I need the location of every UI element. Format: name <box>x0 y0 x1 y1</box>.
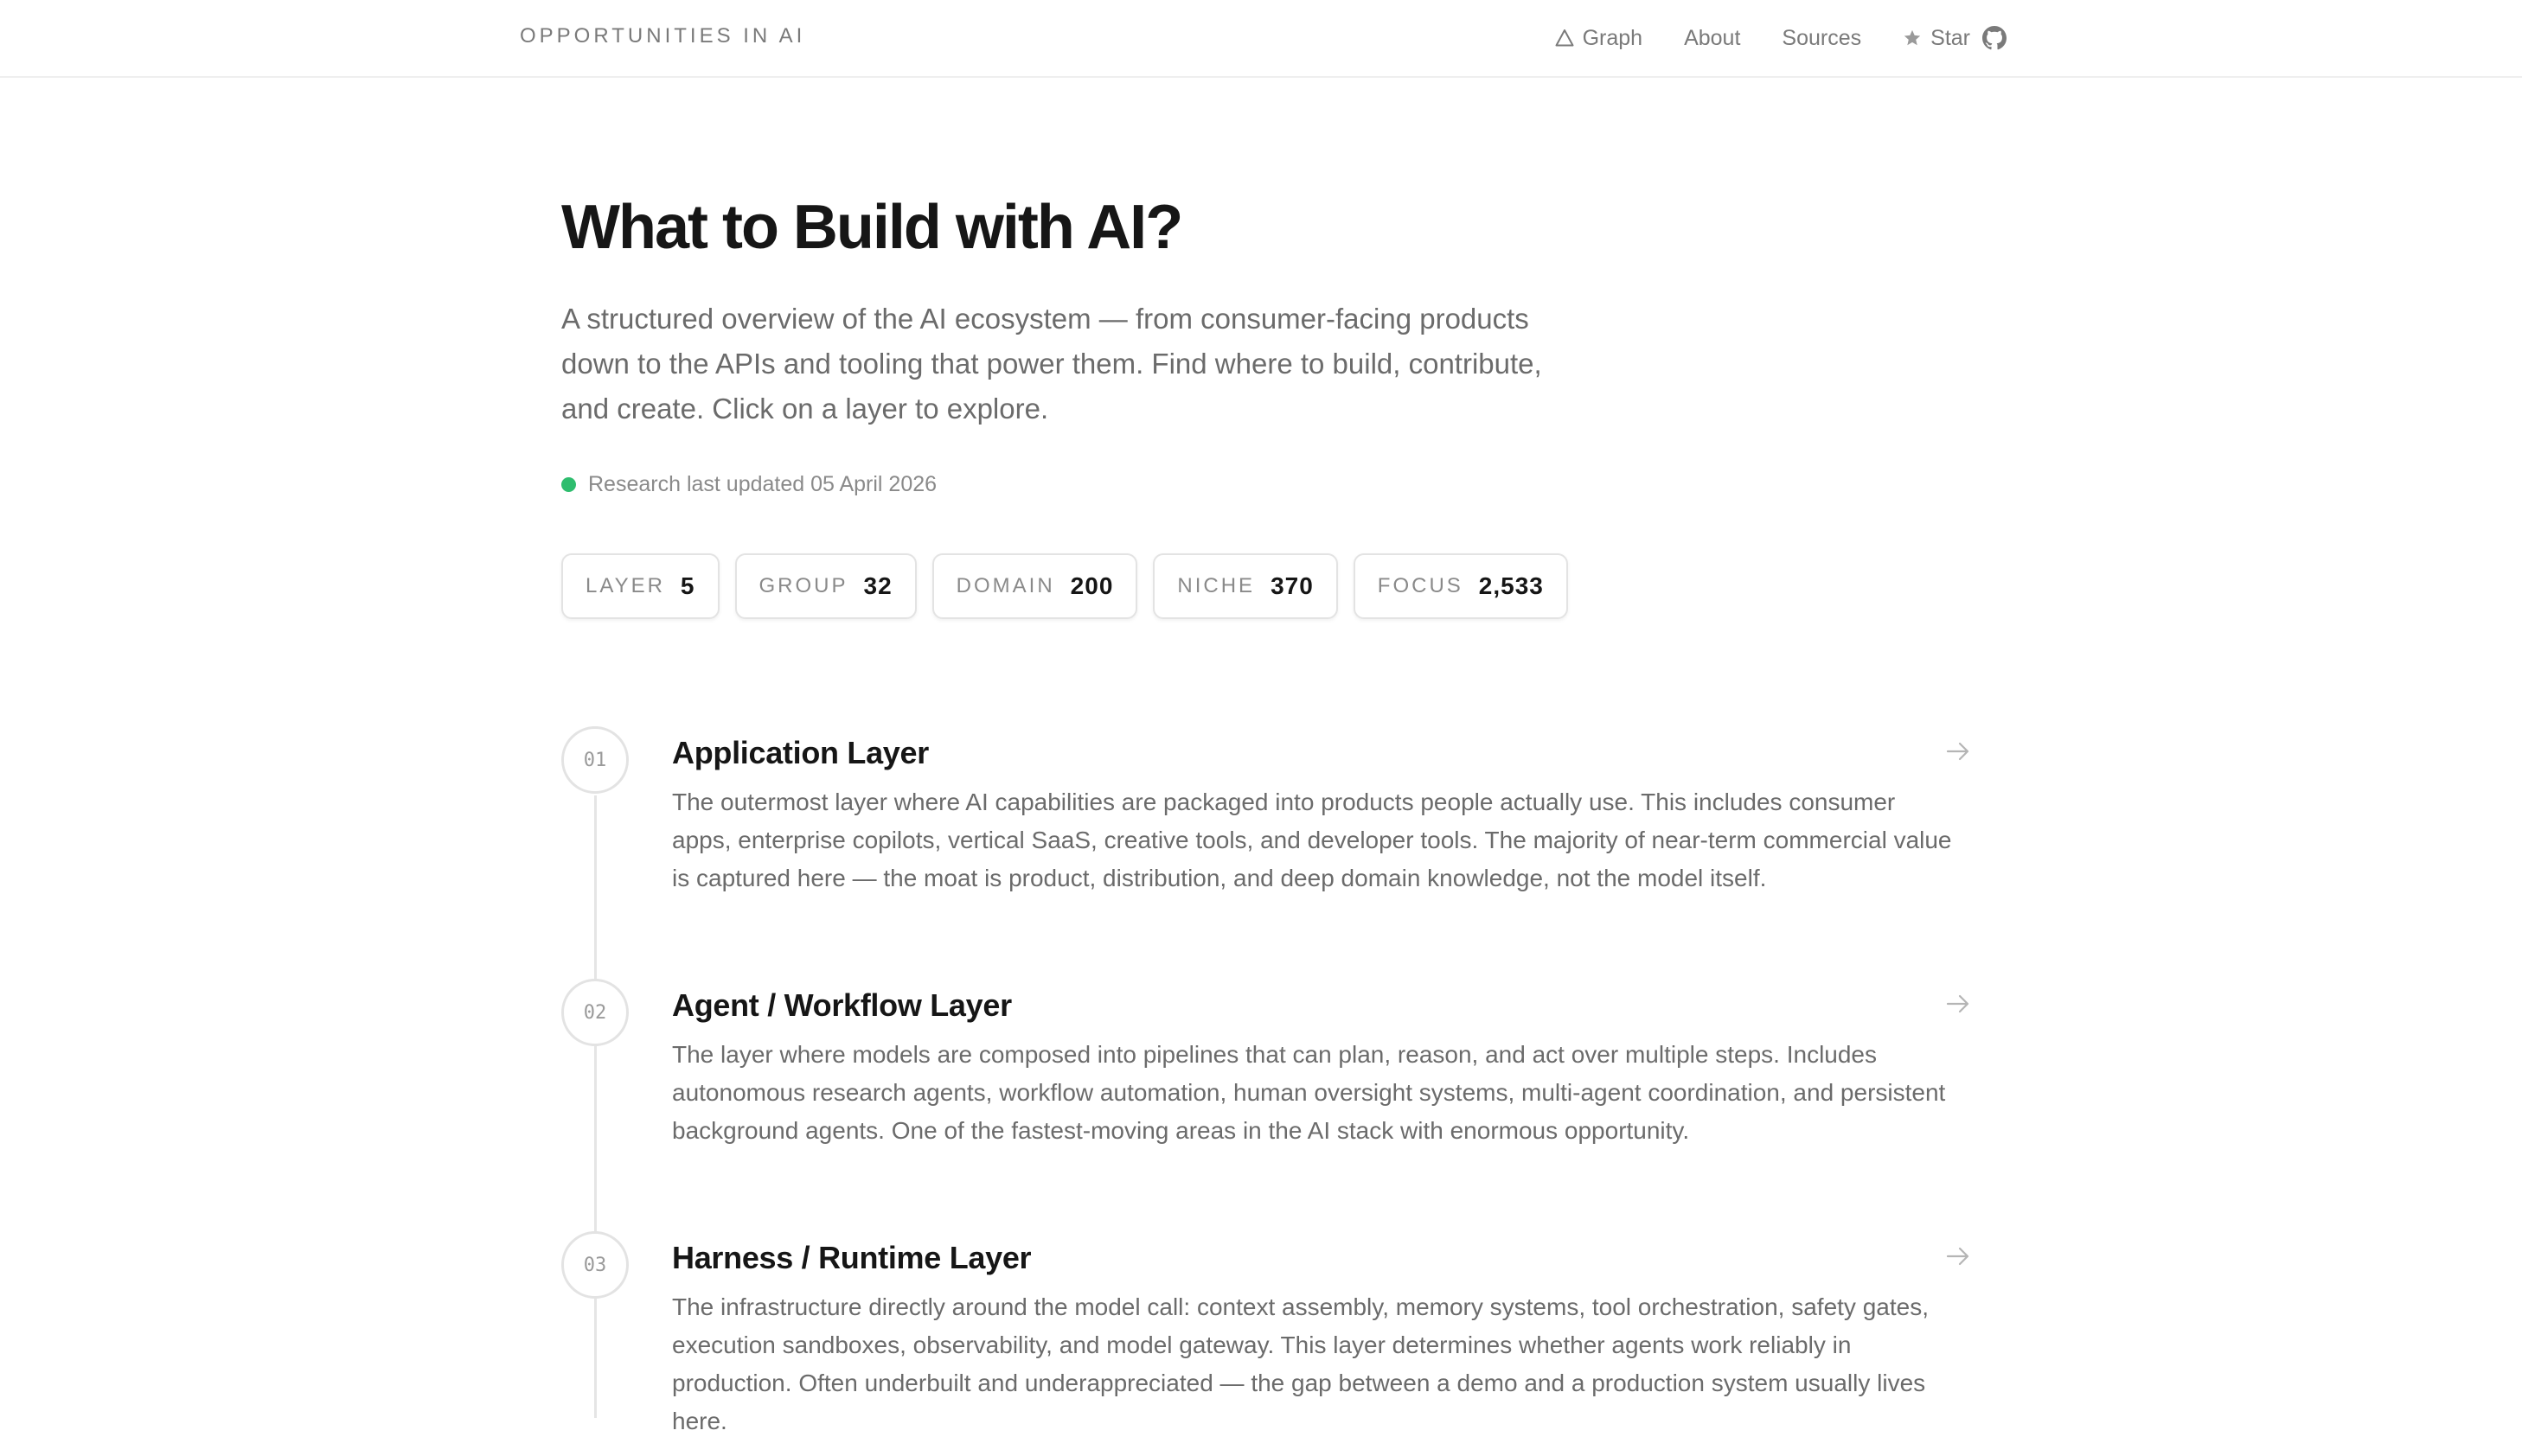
github-icon <box>1982 26 2007 50</box>
main-nav: Graph About Sources Star <box>1555 21 2007 55</box>
stat-value: 5 <box>680 572 695 599</box>
github-star-group: Star <box>1903 26 2007 51</box>
research-updated-text: Research last updated 05 April 2026 <box>588 472 938 496</box>
layer-title: Application Layer <box>672 735 929 770</box>
nav-graph-label: Graph <box>1582 25 1643 50</box>
stat-pill-group: GROUP 32 <box>734 553 917 619</box>
layer-number-badge: 02 <box>561 979 629 1046</box>
stat-value: 2,533 <box>1478 572 1544 599</box>
layer-title: Agent / Workflow Layer <box>672 987 1012 1023</box>
status-dot-icon <box>561 477 576 492</box>
stat-value: 32 <box>863 572 893 599</box>
layer-description: The outermost layer where AI capabilitie… <box>672 789 1952 891</box>
page-description: A structured overview of the AI ecosyste… <box>561 303 1542 425</box>
triangle-graph-icon <box>1555 29 1574 47</box>
stat-value: 200 <box>1070 572 1114 599</box>
github-star-link[interactable]: Star <box>1903 26 1970 51</box>
star-icon <box>1904 29 1921 46</box>
stat-pill-focus: FOCUS 2,533 <box>1353 553 1568 619</box>
star-label: Star <box>1930 25 1970 50</box>
layer-item-harness-runtime[interactable]: 03 Harness / Runtime Layer The infrastru… <box>561 1231 1971 1456</box>
layers-timeline: 01 Application Layer The outermost layer… <box>561 726 1971 1434</box>
github-link[interactable] <box>1982 26 2007 50</box>
layer-item-agent-workflow[interactable]: 02 Agent / Workflow Layer The layer wher… <box>561 979 1971 1204</box>
stat-label: DOMAIN <box>956 574 1055 597</box>
layer-item-application[interactable]: 01 Application Layer The outermost layer… <box>561 726 1971 951</box>
stat-label: FOCUS <box>1377 574 1463 597</box>
stat-pill-niche: NICHE 370 <box>1153 553 1338 619</box>
stat-pill-domain: DOMAIN 200 <box>931 553 1138 619</box>
layer-description: The infrastructure directly around the m… <box>672 1293 1929 1434</box>
stat-pill-layer: LAYER 5 <box>561 553 720 619</box>
stat-label: GROUP <box>759 574 848 597</box>
stat-label: NICHE <box>1177 574 1256 597</box>
research-updated-status: Research last updated 05 April 2026 <box>561 472 937 497</box>
nav-about-link[interactable]: About <box>1684 26 1740 51</box>
arrow-right-icon[interactable] <box>1945 991 1971 1017</box>
top-navigation-bar: OPPORTUNITIES IN AI Graph About Sources … <box>0 0 2522 78</box>
nav-sources-link[interactable]: Sources <box>1782 26 1861 51</box>
layer-number-badge: 03 <box>561 1231 629 1299</box>
arrow-right-icon[interactable] <box>1945 738 1971 764</box>
layer-title: Harness / Runtime Layer <box>672 1240 1032 1275</box>
stat-label: LAYER <box>586 574 665 597</box>
layer-number-badge: 01 <box>561 726 629 794</box>
stat-value: 370 <box>1271 572 1314 599</box>
layer-description: The layer where models are composed into… <box>672 1041 1946 1144</box>
page-title: What to Build with AI? <box>561 193 1183 262</box>
nav-graph-link[interactable]: Graph <box>1555 26 1642 51</box>
stats-bar: LAYER 5 GROUP 32 DOMAIN 200 NICHE 370 FO… <box>561 553 1568 619</box>
site-brand-link[interactable]: OPPORTUNITIES IN AI <box>520 24 805 48</box>
arrow-right-icon[interactable] <box>1945 1243 1971 1269</box>
